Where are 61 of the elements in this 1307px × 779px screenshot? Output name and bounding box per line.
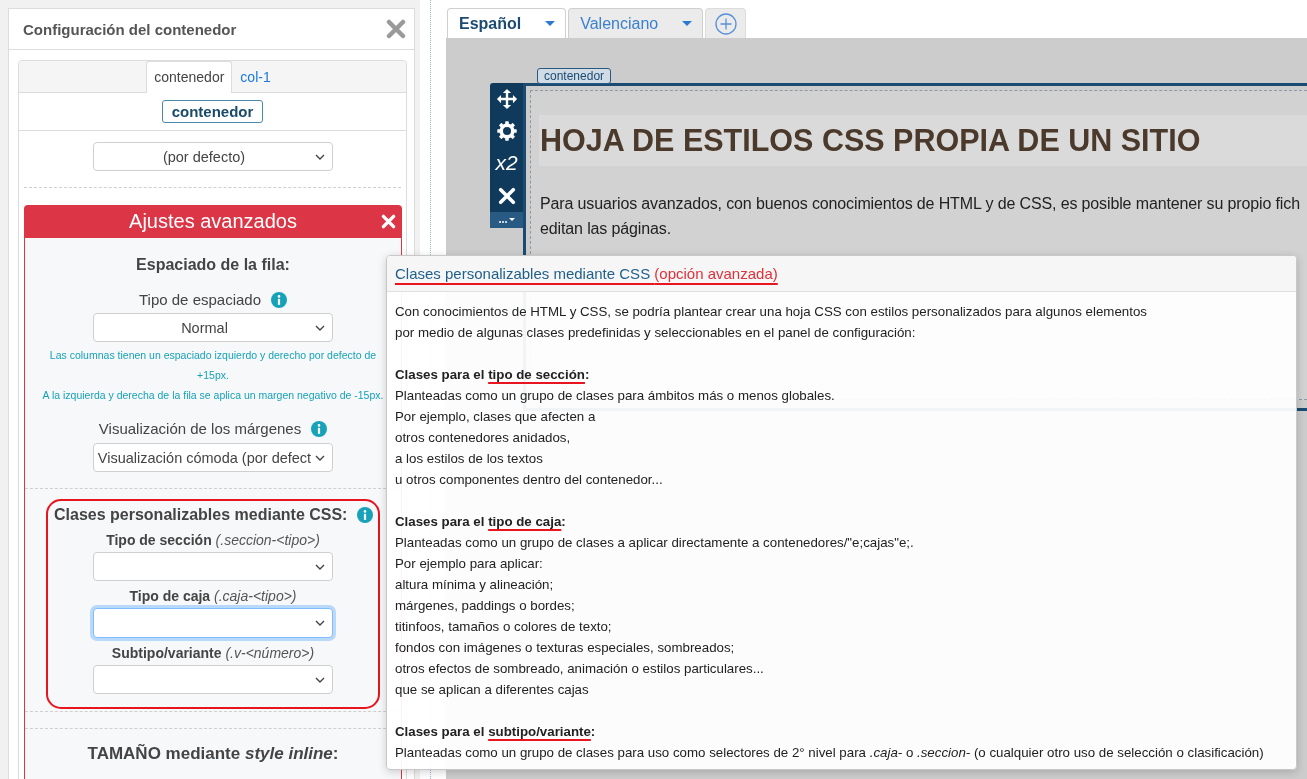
dropdown[interactable] (93, 665, 333, 694)
popup-text: titinfoos, tamaños o colores de texto; (395, 618, 613, 636)
popup-text: a los estilos de los textos (395, 450, 544, 468)
popup-text: otros contenedores anidados, (395, 429, 572, 447)
popup-text: fondos con imágenes o texturas especiales, sombreados; (395, 639, 736, 657)
field-label: Tipo de espaciado (139, 290, 261, 310)
info-icon[interactable] (311, 421, 328, 437)
dropdown[interactable]: Visualización cómoda (por defect (93, 443, 333, 472)
language-tab[interactable]: Español (447, 8, 567, 38)
tab[interactable]: col-1 (232, 61, 279, 93)
field-label: Tipo de caja (.caja-<tipo>) (128, 587, 298, 606)
duplicate-button[interactable]: x2 (495, 152, 518, 174)
popup-text: por medio de algunas clases predefinidas y seleccionables en el panel de configuración: (395, 324, 917, 342)
popup-text: otros efectos de sombreado, animación o estilos particulares... (395, 660, 765, 678)
chevron-icon (315, 455, 325, 461)
popup-text: que se aplican a diferentes cajas (395, 681, 590, 699)
popup-text: Con conocimientos de HTML y CSS, se podría plantear crear una hoja CSS con estilos personalizados para algunos elementos (395, 303, 1148, 321)
field-label: Visualización de los márgenes (98, 419, 302, 439)
chevron-icon (315, 620, 325, 626)
chevron-icon (315, 564, 325, 570)
popup-text: Planteadas como un grupo de clases para ámbitos más o menos globales. (395, 387, 836, 405)
popup-text: u otros componentes dentro del contenedor... (395, 471, 664, 489)
section-heading: Espaciado de la fila: (135, 255, 291, 275)
more-icon (498, 217, 515, 223)
popup-section-heading: Clases para el tipo de sección: (395, 366, 591, 384)
panel-title: Configuración del contenedor (23, 20, 237, 38)
dropdown[interactable]: (por defecto) (92, 142, 333, 171)
popup-title: Clases personalizables mediante CSS (opción avanzada) (395, 263, 778, 284)
help-text: Las columnas tienen un espaciado izquierdo y derecho por defecto de +15px. (48, 348, 378, 383)
popup-section-heading: Clases para el tipo de caja: (395, 513, 567, 531)
field-label: Subtipo/variante (.v-<número>) (110, 644, 316, 663)
popup-section-heading: Clases para el subtipo/variante: (395, 723, 597, 741)
move-icon[interactable] (495, 88, 518, 110)
dropdown[interactable] (93, 552, 333, 581)
field-label: Tipo de sección (.seccion-<tipo>) (105, 531, 321, 550)
popup-text: Por ejemplo para aplicar: (395, 555, 544, 573)
info-icon[interactable] (357, 507, 374, 523)
add-tab-button[interactable] (705, 8, 747, 38)
caret-icon (545, 21, 556, 26)
container-label: contenedor (537, 68, 612, 84)
chevron-icon (315, 677, 325, 683)
plus-circle-icon (714, 12, 737, 35)
element-button[interactable]: contenedor (161, 100, 264, 123)
chevron-icon (315, 325, 325, 331)
section-heading: Clases personalizables mediante CSS: (54, 505, 348, 525)
page-heading: HOJA DE ESTILOS CSS PROPIA DE UN SITIO (539, 115, 1307, 166)
chevron-icon (314, 154, 325, 160)
popup-text: Planteadas como un grupo de clases para uso como selectores de 2° nivel para .caja- o .seccion- (o cualquier otro uso de selección o clasificación) (395, 744, 1265, 762)
popup-text: márgenes, paddings o bordes; (395, 597, 576, 615)
panel-header-title: Ajustes avanzados (129, 210, 297, 233)
settings-icon[interactable] (496, 121, 517, 141)
paragraph: Para usuarios avanzados, con buenos conocimientos de HTML y de CSS, es posible mantener su propio fich editan las páginas. (540, 195, 1300, 237)
popup-text: Por ejemplo, clases que afecten a (395, 408, 597, 426)
tab[interactable]: contenedor (146, 61, 233, 93)
info-icon[interactable] (271, 292, 287, 308)
popup-text: Planteadas como un grupo de clases a aplicar directamente a contenedores/"e;cajas"e;. (395, 534, 915, 552)
caret-icon (682, 21, 693, 26)
more-button[interactable] (490, 212, 523, 228)
popup-text: altura mínima y alineación; (395, 576, 555, 594)
dropdown[interactable] (93, 608, 333, 638)
dropdown[interactable]: Normal (93, 313, 333, 342)
